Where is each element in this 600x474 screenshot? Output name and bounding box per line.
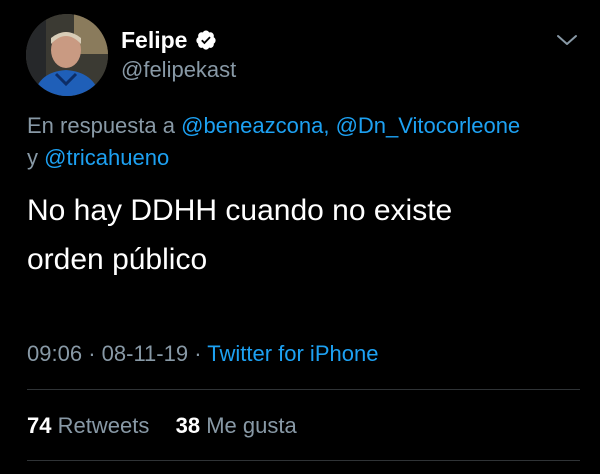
retweets-stat[interactable]: 74 Retweets — [27, 413, 155, 438]
likes-stat[interactable]: 38 Me gusta — [176, 413, 297, 438]
tweet-source-link[interactable]: Twitter for iPhone — [207, 341, 378, 366]
meta-separator: · — [194, 341, 202, 366]
tweet-stats: 74 Retweets 38 Me gusta — [27, 412, 297, 440]
meta-separator: · — [88, 341, 96, 366]
mention-conjunction: y — [27, 145, 38, 170]
retweets-label: Retweets — [57, 413, 150, 438]
tweet-meta: 09:06 · 08-11-19 · Twitter for iPhone — [27, 340, 378, 368]
tweet-time[interactable]: 09:06 — [27, 341, 82, 366]
likes-label: Me gusta — [206, 413, 297, 438]
chevron-down-icon[interactable] — [556, 33, 578, 47]
tweet-text: No hay DDHH cuando no existe orden públi… — [27, 186, 572, 284]
reply-context: En respuesta a @beneazcona, @Dn_Vitocorl… — [27, 110, 572, 174]
mention-link[interactable]: @tricahueno — [44, 145, 169, 170]
tweet-text-line: No hay DDHH cuando no existe — [27, 194, 453, 227]
profile-photo — [26, 14, 108, 96]
mention-link[interactable]: @Dn_Vitocorleone — [336, 113, 521, 138]
mention-link[interactable]: @beneazcona — [181, 113, 323, 138]
likes-count: 38 — [175, 413, 201, 438]
verified-badge-icon — [196, 30, 217, 50]
divider — [27, 389, 580, 390]
author-header: Felipe — [121, 27, 217, 53]
reply-prefix: En respuesta a — [27, 113, 175, 138]
tweet-date[interactable]: 08-11-19 — [102, 341, 188, 366]
divider — [27, 460, 580, 461]
tweet-text-line: orden público — [27, 243, 208, 276]
mention-separator: , — [323, 113, 330, 138]
retweets-count: 74 — [27, 413, 52, 438]
author-handle[interactable]: @felipekast — [121, 57, 236, 83]
author-name[interactable]: Felipe — [121, 27, 187, 53]
avatar[interactable] — [26, 14, 108, 96]
